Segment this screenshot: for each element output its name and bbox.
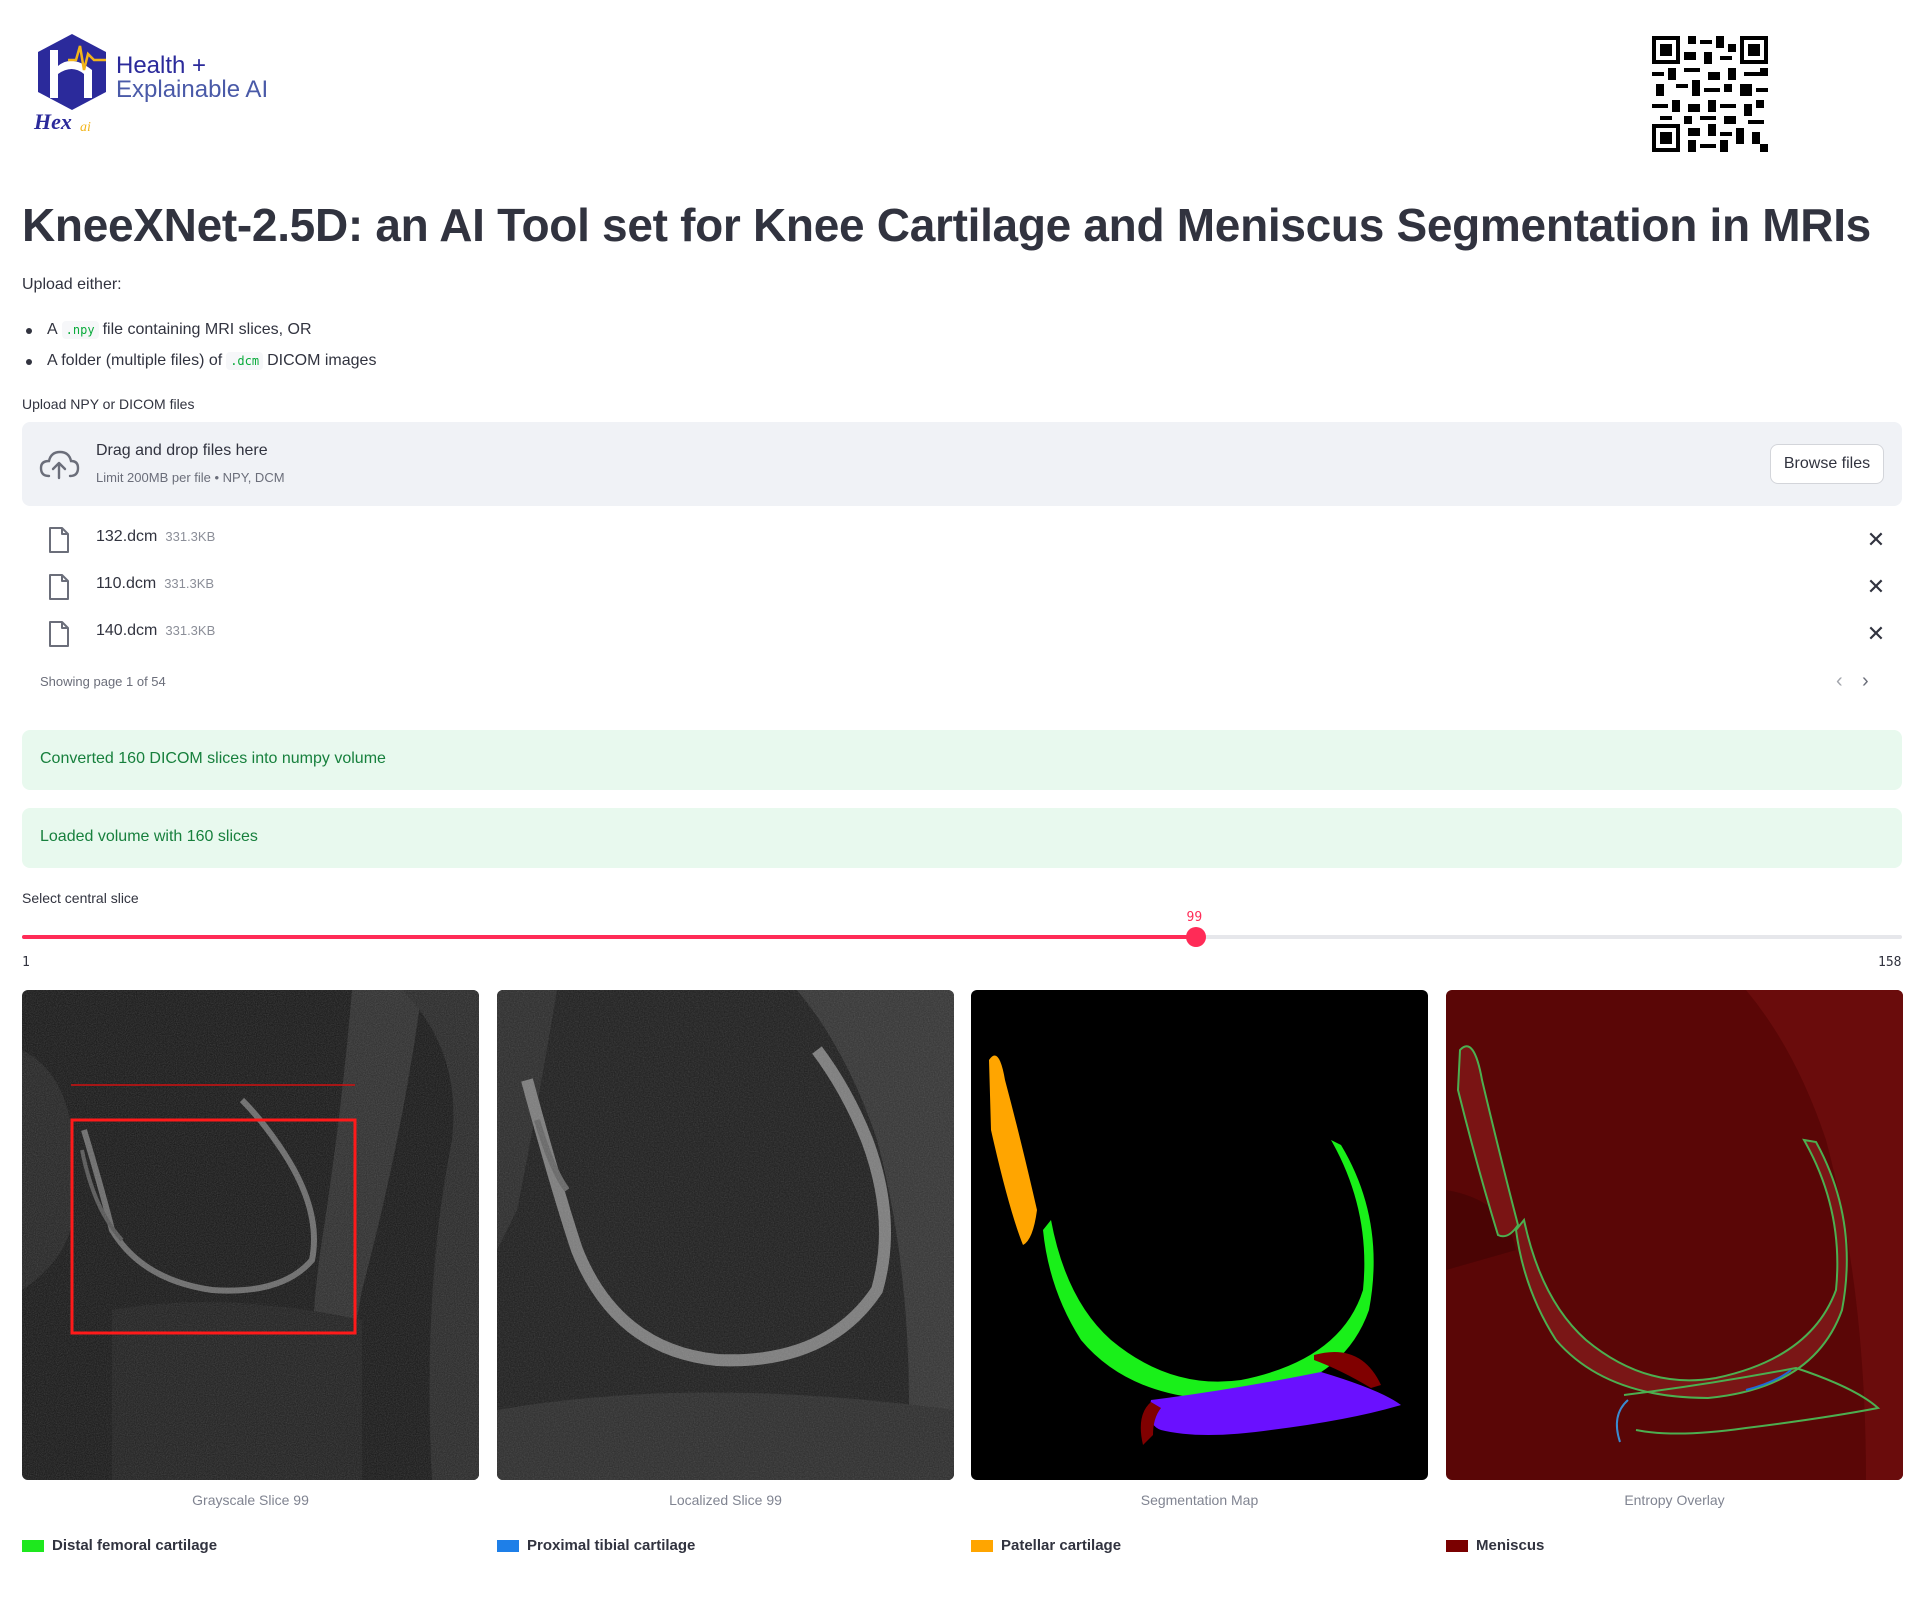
logo-wordmark-suffix: ai (80, 120, 91, 135)
close-icon: ✕ (1866, 527, 1886, 552)
pagination-status: Showing page 1 of 54 (40, 674, 166, 689)
slice-slider-track[interactable] (22, 935, 1902, 939)
slider-label: Select central slice (22, 890, 139, 906)
legend-item: Distal femoral cartilage (22, 1537, 217, 1554)
page-title: KneeXNet-2.5D: an AI Tool set for Knee C… (22, 199, 1871, 251)
file-name: 132.dcm (96, 528, 158, 545)
chevron-left-icon: ‹ (1836, 670, 1843, 692)
legend-label: Proximal tibial cartilage (527, 1537, 696, 1554)
uploaded-file-row: 140.dcm 331.3KB ✕ (22, 614, 1902, 654)
success-alert-converted: Converted 160 DICOM slices into numpy vo… (22, 730, 1902, 790)
prev-page-button[interactable]: ‹ (1836, 670, 1843, 693)
next-page-button[interactable]: › (1862, 670, 1869, 693)
slider-min-label: 1 (22, 955, 30, 970)
success-message: Loaded volume with 160 slices (40, 828, 258, 845)
file-icon (49, 574, 69, 600)
slider-value: 99 (1186, 910, 1203, 925)
bullet-text: A folder (multiple files) of (47, 352, 223, 369)
legend-swatch (22, 1539, 44, 1552)
logo-line-2: Explainable AI (116, 76, 269, 103)
entropy-overlay-image (1446, 990, 1903, 1480)
file-name: 110.dcm (96, 575, 157, 592)
remove-file-button[interactable]: ✕ (1862, 526, 1890, 554)
file-icon (49, 527, 69, 553)
legend-item: Proximal tibial cartilage (497, 1537, 695, 1554)
panel-caption: Segmentation Map (1140, 1492, 1259, 1508)
uploader-label: Upload NPY or DICOM files (22, 396, 195, 412)
legend-swatch (1446, 1539, 1468, 1552)
file-dropzone[interactable] (22, 422, 1902, 506)
legend-item: Patellar cartilage (971, 1537, 1121, 1554)
close-icon: ✕ (1866, 621, 1886, 646)
upload-options-list: A .npy file containing MRI slices, OR A fo… (22, 318, 376, 380)
remove-file-button[interactable]: ✕ (1862, 573, 1890, 601)
chevron-right-icon: › (1862, 670, 1869, 692)
success-alert-loaded: Loaded volume with 160 slices (22, 808, 1902, 868)
slider-max-label: 158 (1878, 955, 1902, 970)
close-icon: ✕ (1866, 574, 1886, 599)
uploaded-file-row: 110.dcm 331.3KB ✕ (22, 567, 1902, 607)
legend-label: Meniscus (1476, 1537, 1545, 1554)
list-item: A .npy file containing MRI slices, OR (22, 318, 376, 349)
qr-code (1652, 36, 1768, 152)
file-size: 331.3KB (165, 623, 216, 638)
panel-caption: Grayscale Slice 99 (192, 1492, 309, 1508)
file-size: 331.3KB (165, 529, 216, 544)
legend-item: Meniscus (1446, 1537, 1544, 1554)
file-name: 140.dcm (96, 622, 158, 639)
browse-files-button[interactable]: Browse files (1770, 444, 1884, 484)
dropzone-limit: Limit 200MB per file • NPY, DCM (96, 470, 285, 485)
remove-file-button[interactable]: ✕ (1862, 620, 1890, 648)
grayscale-slice-image (22, 990, 479, 1480)
list-item: A folder (multiple files) of .dcm DICOM im… (22, 349, 376, 380)
panel-caption: Entropy Overlay (1624, 1492, 1725, 1508)
inline-code: .npy (61, 321, 99, 339)
bullet-text: A (47, 321, 58, 338)
file-icon (49, 621, 69, 647)
legend-label: Patellar cartilage (1001, 1537, 1122, 1554)
localized-slice-image (497, 990, 954, 1480)
slice-slider-thumb[interactable] (1185, 927, 1206, 947)
bullet-text: DICOM images (267, 352, 377, 369)
slider-fill (22, 935, 1196, 939)
success-message: Converted 160 DICOM slices into numpy vo… (40, 750, 386, 767)
logo-wordmark: Hex (33, 109, 72, 134)
uploaded-file-row: 132.dcm 331.3KB ✕ (22, 520, 1902, 560)
segmentation-map-image (971, 990, 1428, 1480)
cloud-upload-icon (39, 450, 80, 480)
legend-label: Distal femoral cartilage (52, 1537, 218, 1554)
file-size: 331.3KB (164, 576, 215, 591)
panel-caption: Localized Slice 99 (669, 1492, 782, 1508)
legend-swatch (971, 1539, 993, 1552)
bullet-text: file containing MRI slices, OR (102, 321, 312, 338)
legend-swatch (497, 1539, 519, 1552)
dropzone-title: Drag and drop files here (96, 442, 268, 459)
inline-code: .dcm (226, 352, 264, 370)
upload-either-text: Upload either: (22, 276, 122, 293)
